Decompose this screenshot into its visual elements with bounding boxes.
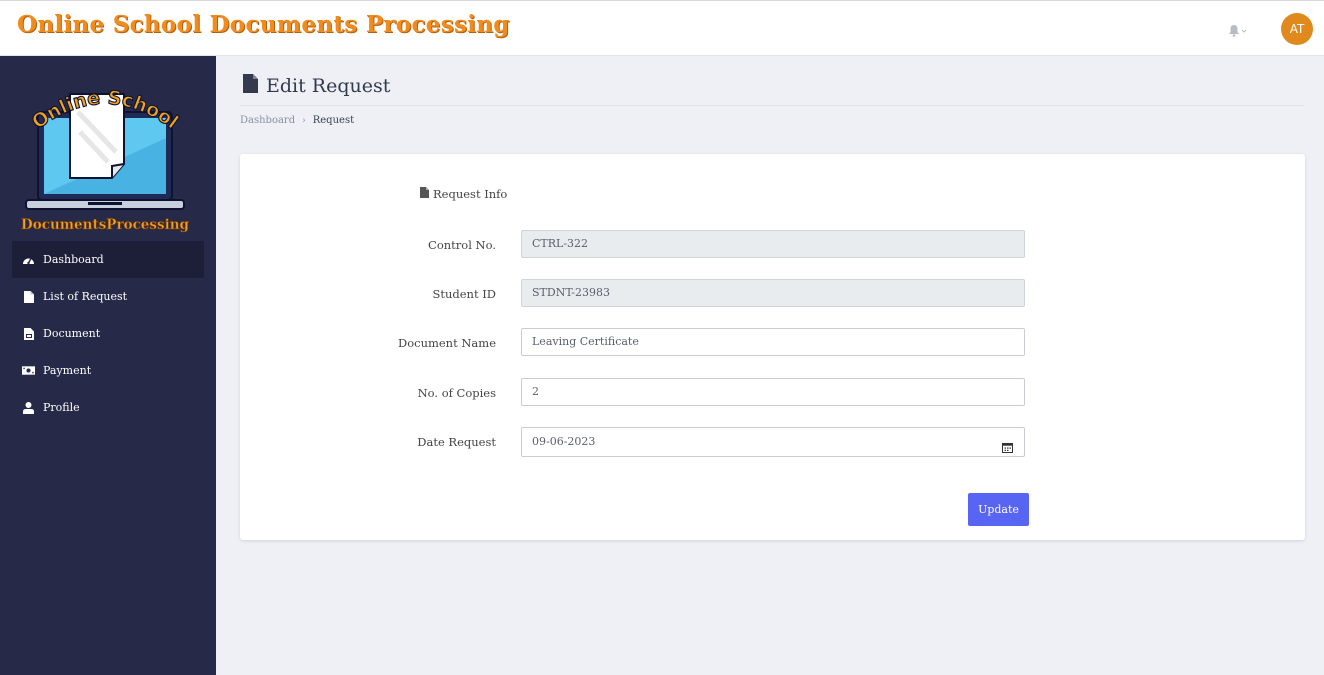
form-row-student-id: Student ID STDNT-23983 xyxy=(240,279,1305,309)
breadcrumb-current: Request xyxy=(312,115,355,126)
user-icon xyxy=(22,401,35,414)
update-button[interactable]: Update xyxy=(968,493,1029,526)
control-no-field: CTRL-322 xyxy=(521,230,1025,258)
breadcrumb-dashboard-link[interactable]: Dashboard xyxy=(240,115,295,126)
top-header: Online School Documents Processing AT xyxy=(0,0,1324,56)
date-request-label: Date Request xyxy=(417,435,496,449)
date-request-value: 09-06-2023 xyxy=(532,435,596,448)
file-icon xyxy=(22,290,35,303)
sidebar-item-label: Dashboard xyxy=(43,253,104,266)
money-bill-icon xyxy=(22,364,35,377)
page-header: Edit Request xyxy=(243,74,390,97)
sidebar-item-label: Document xyxy=(43,327,101,340)
edit-request-card: Request Info Control No. CTRL-322 Studen… xyxy=(240,154,1305,540)
sidebar-item-document[interactable]: Document xyxy=(12,315,204,352)
page-title: Edit Request xyxy=(266,74,391,97)
dashboard-gauge-icon xyxy=(22,253,35,266)
control-no-label: Control No. xyxy=(428,238,496,252)
sidebar-item-label: List of Request xyxy=(43,290,128,303)
form-row-control-no: Control No. CTRL-322 xyxy=(240,230,1305,260)
document-icon xyxy=(22,327,35,340)
form-row-copies: No. of Copies 2 xyxy=(240,378,1305,408)
document-name-input[interactable]: Leaving Certificate xyxy=(521,328,1025,356)
date-request-input[interactable]: 09-06-2023 xyxy=(521,427,1025,457)
school-logo: Online School DocumentsProcessing xyxy=(20,82,190,234)
calendar-icon[interactable] xyxy=(1002,436,1013,453)
sidebar-item-label: Payment xyxy=(43,364,92,377)
sidebar-item-label: Profile xyxy=(43,401,80,414)
user-avatar[interactable]: AT xyxy=(1281,13,1313,45)
file-icon xyxy=(420,187,433,201)
logo-bottom-text: DocumentsProcessing xyxy=(21,217,189,233)
sidebar-item-profile[interactable]: Profile xyxy=(12,389,204,426)
divider xyxy=(240,105,1304,106)
copies-label: No. of Copies xyxy=(417,386,496,400)
section-title: Request Info xyxy=(420,187,507,201)
sidebar: Online School DocumentsProcessing Dashbo… xyxy=(0,56,216,675)
copies-input[interactable]: 2 xyxy=(521,378,1025,406)
sidebar-item-dashboard[interactable]: Dashboard xyxy=(12,241,204,278)
sidebar-item-list-of-request[interactable]: List of Request xyxy=(12,278,204,315)
student-id-label: Student ID xyxy=(432,287,496,301)
form-row-date-request: Date Request 09-06-2023 xyxy=(240,427,1305,457)
form-row-document-name: Document Name Leaving Certificate xyxy=(240,328,1305,358)
file-icon xyxy=(243,74,258,97)
section-title-text: Request Info xyxy=(433,187,508,201)
notification-bell-icon[interactable] xyxy=(1228,23,1250,37)
sidebar-item-payment[interactable]: Payment xyxy=(12,352,204,389)
student-id-field: STDNT-23983 xyxy=(521,279,1025,307)
sidebar-nav: Dashboard List of Request Document Payme… xyxy=(12,241,204,426)
document-name-label: Document Name xyxy=(397,336,496,350)
breadcrumb: Dashboard › Request xyxy=(240,115,354,126)
app-title: Online School Documents Processing xyxy=(17,11,510,38)
chevron-right-icon: › xyxy=(302,115,306,126)
